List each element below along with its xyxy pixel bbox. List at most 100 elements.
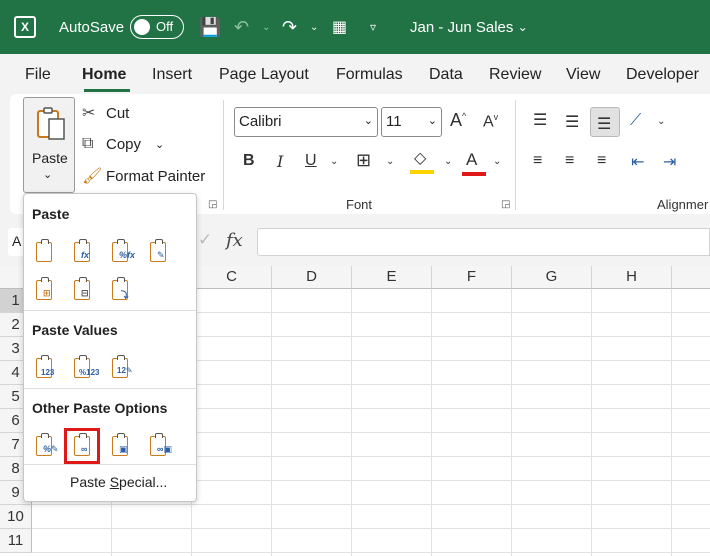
align-center-icon[interactable]: ≡ [565, 152, 574, 170]
alignment-group-label: Alignmer [657, 197, 709, 212]
font-color-dropdown-icon[interactable]: ⌄ [493, 156, 501, 167]
column-header-f[interactable]: F [432, 266, 512, 289]
copy-button[interactable]: ⧉ Copy ⌄ [82, 135, 164, 153]
paste-button[interactable]: Paste ⌄ [23, 97, 75, 193]
formula-input[interactable] [257, 228, 710, 256]
align-left-icon[interactable]: ≡ [533, 152, 542, 170]
gridline [351, 289, 352, 556]
divider [515, 100, 516, 210]
column-header-h[interactable]: H [592, 266, 672, 289]
paste-special-menu-item[interactable]: Paste Special... [70, 474, 167, 490]
orientation-dropdown-icon[interactable]: ⌄ [657, 116, 665, 127]
column-header-c[interactable]: C [192, 266, 272, 289]
gridline [271, 289, 272, 556]
linked-picture-icon[interactable]: ∞▣ [146, 432, 174, 460]
values-icon[interactable]: 123 [32, 354, 60, 382]
underline-dropdown-icon[interactable]: ⌄ [330, 156, 338, 167]
paste-icon [37, 107, 65, 140]
align-right-icon[interactable]: ≡ [597, 152, 606, 170]
chevron-down-icon: ⌄ [43, 169, 53, 181]
fill-color-dropdown-icon[interactable]: ⌄ [444, 156, 452, 167]
italic-icon[interactable]: I [277, 152, 283, 171]
no-borders-icon[interactable]: ⊞ [32, 276, 60, 304]
save-icon[interactable]: 💾 [199, 0, 221, 54]
paste-icon[interactable] [32, 238, 60, 266]
divider [223, 100, 224, 210]
document-title[interactable]: Jan - Jun Sales ⌄ [410, 0, 528, 54]
ribbon-tabs: File Home Insert Page Layout Formulas Da… [0, 54, 710, 94]
borders-dropdown-icon[interactable]: ⌄ [386, 156, 394, 167]
form-icon[interactable]: ▦ [332, 0, 347, 54]
font-launcher-icon[interactable]: ◲ [501, 199, 510, 210]
redo-dropdown-icon[interactable]: ⌄ [310, 0, 318, 54]
font-group-label: Font [346, 197, 373, 212]
autosave-toggle[interactable]: Off [130, 0, 184, 54]
insert-function-icon[interactable]: fx [226, 230, 243, 251]
tab-file[interactable]: File [25, 66, 51, 84]
redo-icon[interactable]: ↷ [282, 0, 297, 54]
tab-formulas[interactable]: Formulas [336, 66, 403, 84]
values-source-formatting-icon[interactable]: 12✎ [108, 354, 136, 382]
tab-insert[interactable]: Insert [152, 66, 192, 84]
tab-page-layout[interactable]: Page Layout [219, 66, 309, 84]
row-header[interactable]: 10 [0, 505, 32, 529]
title-bar: X AutoSave Off 💾 ↶ ⌄ ↷ ⌄ ▦ ▿ Jan - Jun S… [0, 0, 710, 54]
paste-link-highlight [64, 428, 100, 464]
column-header-e[interactable]: E [352, 266, 432, 289]
bold-icon[interactable]: B [243, 152, 255, 170]
gridline [671, 289, 672, 556]
picture-icon[interactable]: ▣ [108, 432, 136, 460]
gridline [32, 504, 710, 505]
cut-button[interactable]: ✂ Cut [82, 103, 129, 123]
active-tab-indicator [84, 89, 130, 92]
increase-font-size-icon[interactable]: A^ [450, 110, 466, 131]
tab-developer[interactable]: Developer [626, 66, 699, 84]
tab-data[interactable]: Data [429, 66, 463, 84]
paste-formulas-number-format-icon[interactable]: %fx [108, 238, 136, 266]
keep-column-widths-icon[interactable]: ⊟ [70, 276, 98, 304]
gridline [591, 289, 592, 556]
transpose-icon[interactable]: ⤵ [108, 276, 136, 304]
paste-formulas-icon[interactable]: fx [70, 238, 98, 266]
underline-icon[interactable]: U [305, 152, 317, 170]
enter-check-icon: ✓ [198, 230, 213, 249]
divider [24, 464, 196, 465]
fill-color-icon[interactable]: ◇ [410, 148, 434, 174]
font-color-icon[interactable]: A [462, 150, 486, 176]
column-header-g[interactable]: G [512, 266, 592, 289]
borders-icon[interactable]: ⊞ [356, 150, 371, 171]
values-number-format-icon[interactable]: %123 [70, 354, 99, 382]
column-header-d[interactable]: D [272, 266, 352, 289]
decrease-font-size-icon[interactable]: Av [483, 112, 498, 131]
scissors-icon: ✂ [82, 105, 96, 122]
orientation-icon[interactable]: ⟋ [630, 112, 641, 130]
copy-icon: ⧉ [82, 135, 94, 152]
divider [24, 388, 196, 389]
middle-align-icon[interactable]: ☰ [565, 112, 579, 132]
bottom-align-icon[interactable]: ☰ [597, 114, 611, 134]
undo-dropdown-icon[interactable]: ⌄ [262, 0, 270, 54]
clipboard-launcher-icon[interactable]: ◲ [208, 199, 217, 210]
font-name-select[interactable]: Calibri ⌄ [234, 107, 378, 137]
divider [24, 310, 196, 311]
tab-home[interactable]: Home [82, 66, 126, 84]
formatting-icon[interactable]: %✎ [32, 432, 60, 460]
increase-indent-icon[interactable]: ⇥ [663, 152, 676, 172]
gridline [431, 289, 432, 556]
keep-source-formatting-icon[interactable]: ✎ [146, 238, 174, 266]
font-size-select[interactable]: 11 ⌄ [381, 107, 442, 137]
customize-toolbar-icon[interactable]: ▿ [370, 0, 376, 54]
column-header-i[interactable] [672, 266, 710, 289]
copy-dropdown-icon[interactable]: ⌄ [155, 138, 164, 151]
gridline [511, 289, 512, 556]
undo-icon[interactable]: ↶ [234, 0, 249, 54]
tab-review[interactable]: Review [489, 66, 541, 84]
top-align-icon[interactable]: ☰ [533, 110, 547, 130]
paste-options-menu: Paste fx %fx ✎ ⊞ ⊟ ⤵ Paste Values 123 %1… [23, 193, 197, 502]
autosave-label: AutoSave [59, 18, 125, 36]
format-painter-button[interactable]: 🖌 Format Painter [82, 166, 205, 186]
gridline [32, 552, 710, 553]
tab-view[interactable]: View [566, 66, 600, 84]
decrease-indent-icon[interactable]: ⇤ [631, 152, 644, 172]
row-header[interactable]: 11 [0, 529, 32, 553]
